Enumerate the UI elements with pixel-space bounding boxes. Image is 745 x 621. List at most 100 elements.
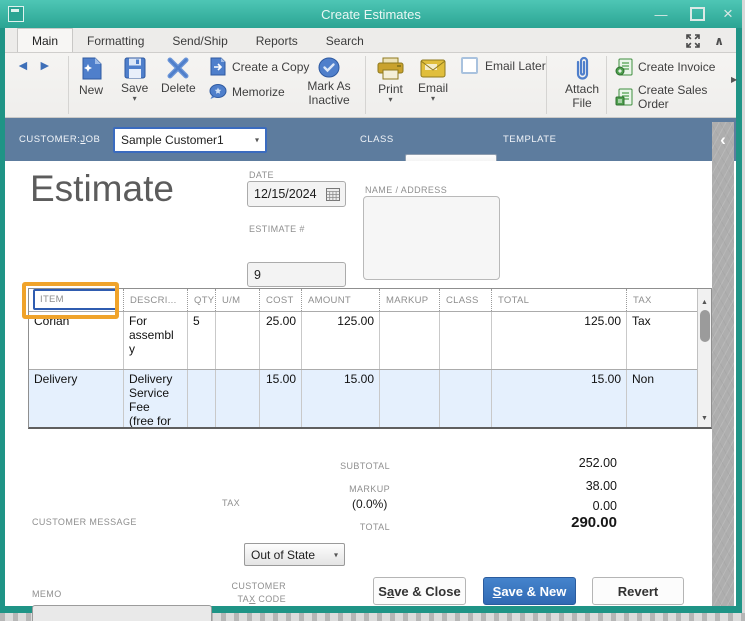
scroll-down-icon[interactable]: ▼ bbox=[698, 411, 711, 425]
table-row[interactable]: Delivery Delivery Service Fee (free for … bbox=[29, 369, 697, 427]
col-header-qty[interactable]: QTY bbox=[187, 289, 215, 311]
tax-value: 0.00 bbox=[592, 499, 617, 513]
nav-arrows: ◄ ► bbox=[16, 58, 52, 72]
close-button[interactable]: × bbox=[717, 0, 739, 28]
col-header-tax[interactable]: TAX bbox=[626, 289, 697, 311]
tab-main[interactable]: Main bbox=[17, 28, 74, 52]
email-later-option: Email Later bbox=[461, 57, 546, 74]
class-label: CLASS bbox=[360, 134, 394, 145]
scroll-thumb[interactable] bbox=[700, 310, 710, 342]
tab-reports[interactable]: Reports bbox=[242, 30, 312, 52]
date-label: DATE bbox=[249, 170, 274, 180]
col-header-amount[interactable]: AMOUNT bbox=[301, 289, 379, 311]
memorize-button[interactable]: Memorize bbox=[209, 83, 285, 100]
maximize-button[interactable] bbox=[686, 0, 708, 28]
copy-document-icon bbox=[209, 57, 227, 76]
create-invoice-icon bbox=[615, 58, 633, 76]
customer-job-label: CUSTOMER:JOB bbox=[19, 134, 101, 145]
attach-file-button[interactable]: Attach File bbox=[558, 55, 606, 111]
customer-job-caret: ▾ bbox=[254, 135, 259, 145]
mark-as-inactive-button[interactable]: Mark As Inactive bbox=[303, 57, 355, 108]
estimate-number-label: ESTIMATE # bbox=[249, 224, 305, 234]
tax-label: TAX bbox=[222, 498, 241, 508]
item-column-highlight bbox=[22, 282, 119, 319]
template-label: TEMPLATE bbox=[503, 134, 557, 145]
customer-message-label: CUSTOMER MESSAGE bbox=[32, 517, 137, 527]
toolbar-overflow-arrow[interactable]: ▶ bbox=[731, 75, 737, 84]
col-header-description[interactable]: DESCRI... bbox=[123, 289, 187, 311]
expand-window-icon[interactable] bbox=[686, 34, 701, 48]
create-sales-order-icon bbox=[615, 88, 633, 106]
new-button[interactable]: New bbox=[79, 57, 103, 97]
tab-send-ship[interactable]: Send/Ship bbox=[158, 30, 241, 52]
email-button[interactable]: Email ▾ bbox=[418, 59, 448, 103]
total-value: 290.00 bbox=[571, 514, 617, 531]
memo-label: MEMO bbox=[32, 589, 62, 599]
save-and-close-button[interactable]: Save & Close bbox=[373, 577, 466, 605]
main-toolbar: ◄ ► Find New Save ▾ Delete bbox=[5, 53, 737, 156]
table-row[interactable]: Corian For assembly 5 25.00 125.00 125.0… bbox=[29, 311, 697, 369]
create-invoice-button[interactable]: Create Invoice bbox=[615, 58, 715, 76]
create-estimates-window: Create Estimates — × Main Formatting Sen… bbox=[0, 0, 745, 621]
context-bar: CUSTOMER:JOB Sample Customer1 ▾ CLASS ▾ … bbox=[5, 118, 736, 202]
create-a-copy-button[interactable]: Create a Copy bbox=[209, 57, 309, 76]
col-header-total[interactable]: TOTAL bbox=[491, 289, 626, 311]
markup-value: 38.00 bbox=[585, 479, 617, 493]
title-bar: Create Estimates — × bbox=[0, 0, 742, 28]
maximize-icon bbox=[689, 7, 705, 21]
new-document-icon bbox=[81, 57, 102, 80]
table-scrollbar[interactable]: ▲ ▼ bbox=[697, 289, 711, 427]
collapse-ribbon-icon[interactable]: ∧ bbox=[714, 34, 724, 48]
tax-dropdown-caret: ▾ bbox=[333, 550, 338, 560]
email-envelope-icon bbox=[420, 59, 446, 78]
print-button[interactable]: Print ▾ bbox=[377, 57, 404, 104]
delete-x-icon bbox=[167, 57, 189, 79]
tab-formatting[interactable]: Formatting bbox=[73, 30, 158, 52]
history-panel-collapsed[interactable]: ‹ bbox=[712, 122, 734, 606]
email-later-checkbox[interactable] bbox=[461, 57, 478, 74]
window-title: Create Estimates bbox=[321, 6, 421, 22]
items-table-header: ITEM DESCRI... QTY U/M COST AMOUNT MARKU… bbox=[29, 289, 697, 311]
date-field[interactable]: 12/15/2024 bbox=[247, 181, 346, 207]
save-and-new-button[interactable]: Save & New bbox=[483, 577, 576, 605]
calendar-icon[interactable] bbox=[326, 188, 340, 201]
markup-label: MARKUP bbox=[349, 484, 390, 494]
form-title: Estimate bbox=[30, 168, 174, 209]
col-header-class[interactable]: CLASS bbox=[439, 289, 491, 311]
subtotal-value: 252.00 bbox=[578, 456, 617, 470]
tax-dropdown[interactable]: Out of State ▾ bbox=[244, 543, 345, 566]
forward-arrow-icon[interactable]: ► bbox=[38, 58, 52, 72]
print-dropdown-caret: ▾ bbox=[388, 95, 393, 104]
name-address-label: NAME / ADDRESS bbox=[365, 185, 448, 195]
ribbon-tab-bar: Main Formatting Send/Ship Reports Search… bbox=[5, 28, 736, 53]
customer-tax-code-label: CUSTOMER TAX CODE bbox=[231, 581, 286, 605]
name-address-box[interactable] bbox=[363, 196, 500, 280]
printer-icon bbox=[377, 57, 404, 80]
customer-job-dropdown[interactable]: Sample Customer1 ▾ bbox=[113, 127, 267, 153]
minimize-button[interactable]: — bbox=[650, 0, 672, 28]
total-label: TOTAL bbox=[359, 522, 390, 532]
save-button[interactable]: Save ▾ bbox=[121, 57, 148, 103]
delete-button[interactable]: Delete bbox=[161, 57, 196, 95]
col-header-markup[interactable]: MARKUP bbox=[379, 289, 439, 311]
minimize-icon: — bbox=[654, 6, 668, 22]
revert-button[interactable]: Revert bbox=[592, 577, 684, 605]
paperclip-icon bbox=[573, 55, 591, 82]
email-dropdown-caret: ▾ bbox=[431, 94, 436, 103]
tax-rate: (0.0%) bbox=[352, 497, 388, 511]
col-header-um[interactable]: U/M bbox=[215, 289, 259, 311]
tab-search[interactable]: Search bbox=[312, 30, 378, 52]
inactive-check-icon bbox=[318, 57, 340, 78]
memorize-icon bbox=[209, 83, 227, 100]
items-table: ITEM DESCRI... QTY U/M COST AMOUNT MARKU… bbox=[28, 288, 712, 429]
estimate-number-field[interactable]: 9 bbox=[247, 262, 346, 287]
subtotal-label: SUBTOTAL bbox=[340, 461, 390, 471]
close-icon: × bbox=[723, 4, 733, 23]
customer-message-dropdown[interactable]: ▾ bbox=[32, 605, 212, 621]
create-sales-order-button[interactable]: Create Sales Order bbox=[615, 83, 736, 111]
col-header-cost[interactable]: COST bbox=[259, 289, 301, 311]
save-floppy-icon bbox=[124, 57, 146, 79]
save-dropdown-caret: ▾ bbox=[132, 94, 137, 103]
scroll-up-icon[interactable]: ▲ bbox=[698, 295, 711, 309]
back-arrow-icon[interactable]: ◄ bbox=[16, 58, 30, 72]
